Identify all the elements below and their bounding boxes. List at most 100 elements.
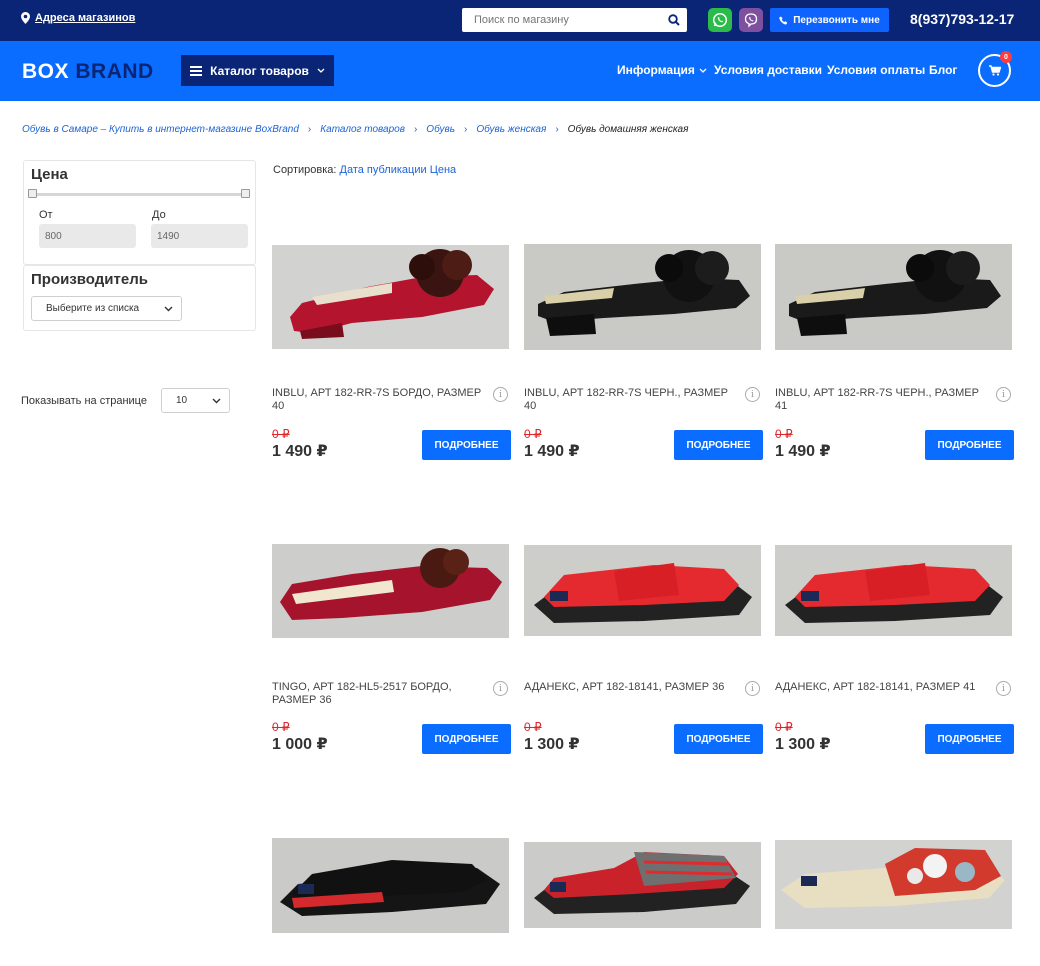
- info-icon[interactable]: i: [745, 387, 760, 402]
- product-card: TINGO, АРТ 182-HL5-2517 БОРДО, РАЗМЕР 36…: [272, 544, 511, 764]
- manufacturer-filter-title: Производитель: [31, 271, 148, 288]
- chevron-right-icon: ›: [555, 124, 559, 135]
- top-bar: Адреса магазинов Перезвонить мне 8(937)7…: [0, 0, 1040, 41]
- product-title[interactable]: INBLU, АРТ 182-RR-7S ЧЕРН., РАЗМЕР 40: [524, 387, 739, 413]
- nav-payment[interactable]: Условия оплаты: [827, 63, 925, 77]
- info-icon[interactable]: i: [745, 681, 760, 696]
- manufacturer-filter: Производитель Выберите из списка: [23, 265, 256, 331]
- store-addresses-label: Адреса магазинов: [35, 12, 136, 24]
- callback-label: Перезвонить мне: [793, 14, 880, 26]
- product-price: 1 490 ₽: [272, 443, 328, 460]
- breadcrumb-shoes[interactable]: Обувь: [426, 124, 455, 135]
- manufacturer-select[interactable]: Выберите из списка: [31, 296, 182, 321]
- price-to-label: До: [152, 209, 166, 221]
- price-filter-title: Цена: [31, 166, 68, 183]
- logo-brand: BRAND: [75, 60, 154, 83]
- breadcrumb-catalog[interactable]: Каталог товаров: [320, 124, 405, 135]
- menu-icon: [190, 65, 203, 76]
- callback-button[interactable]: Перезвонить мне: [770, 8, 889, 32]
- chevron-right-icon: ›: [463, 124, 468, 135]
- per-page-value: 10: [176, 395, 188, 406]
- product-card: INBLU, АРТ 182-RR-7S ЧЕРН., РАЗМЕР 41 i …: [775, 244, 1014, 465]
- chevron-right-icon: ›: [307, 124, 312, 135]
- product-image[interactable]: [775, 244, 1012, 350]
- info-icon[interactable]: i: [996, 387, 1011, 402]
- nav-info-label: Информация: [617, 63, 695, 77]
- product-image[interactable]: [524, 545, 761, 636]
- logo[interactable]: BOX BRAND: [22, 60, 154, 84]
- nav-blog[interactable]: Блог: [929, 63, 957, 77]
- logo-box: BOX: [22, 60, 70, 83]
- product-image[interactable]: [524, 842, 761, 928]
- chevron-down-icon: [164, 306, 173, 311]
- product-price: 1 000 ₽: [272, 736, 328, 753]
- product-old-price: 0 ₽: [272, 720, 290, 734]
- product-image[interactable]: [272, 245, 509, 349]
- product-card: [524, 842, 761, 942]
- info-icon[interactable]: i: [996, 681, 1011, 696]
- price-from-input[interactable]: 800: [39, 224, 136, 248]
- chevron-down-icon: [212, 398, 221, 403]
- store-addresses-link[interactable]: Адреса магазинов: [21, 12, 135, 24]
- product-title[interactable]: INBLU, АРТ 182-RR-7S ЧЕРН., РАЗМЕР 41: [775, 387, 990, 413]
- breadcrumb-current: Обувь домашняя женская: [567, 124, 689, 135]
- phone-icon: [779, 15, 788, 25]
- product-image[interactable]: [272, 544, 509, 638]
- product-old-price: 0 ₽: [524, 427, 542, 441]
- manufacturer-select-value: Выберите из списка: [46, 303, 140, 314]
- product-old-price: 0 ₽: [524, 720, 542, 734]
- product-image[interactable]: [272, 838, 509, 933]
- nav-delivery[interactable]: Условия доставки: [714, 63, 822, 77]
- per-page-select[interactable]: 10: [161, 388, 230, 413]
- cart-button[interactable]: 0: [978, 51, 1012, 87]
- details-button[interactable]: ПОДРОБНЕЕ: [674, 430, 763, 460]
- price-slider-max-handle[interactable]: [241, 189, 250, 198]
- sort-bar: Сортировка: Дата публикации Цена: [273, 164, 456, 176]
- sort-label: Сортировка:: [273, 164, 337, 176]
- product-title[interactable]: АДАНЕКС, АРТ 182-18141, РАЗМЕР 41: [775, 681, 990, 694]
- details-button[interactable]: ПОДРОБНЕЕ: [925, 724, 1014, 754]
- cart-icon: [988, 65, 1001, 76]
- product-price: 1 490 ₽: [775, 443, 831, 460]
- search-icon[interactable]: [661, 8, 687, 32]
- product-card: АДАНЕКС, АРТ 182-18141, РАЗМЕР 36 i 0 ₽ …: [524, 544, 763, 764]
- product-title[interactable]: INBLU, АРТ 182-RR-7S БОРДО, РАЗМЕР 40: [272, 387, 487, 413]
- viber-icon[interactable]: [739, 8, 763, 32]
- phone-number[interactable]: 8(937)793-12-17: [910, 11, 1014, 27]
- details-button[interactable]: ПОДРОБНЕЕ: [925, 430, 1014, 460]
- product-title[interactable]: АДАНЕКС, АРТ 182-18141, РАЗМЕР 36: [524, 681, 739, 694]
- price-to-input[interactable]: 1490: [151, 224, 248, 248]
- chevron-down-icon: [317, 68, 325, 73]
- product-price: 1 490 ₽: [524, 443, 580, 460]
- product-card: [272, 838, 509, 938]
- search-box: [462, 8, 687, 32]
- search-input[interactable]: [462, 8, 661, 32]
- product-old-price: 0 ₽: [775, 427, 793, 441]
- details-button[interactable]: ПОДРОБНЕЕ: [422, 724, 511, 754]
- price-filter: Цена От До 800 1490: [23, 160, 256, 265]
- chevron-down-icon: [699, 68, 707, 73]
- breadcrumb-women-shoes[interactable]: Обувь женская: [476, 124, 546, 135]
- sort-by-date[interactable]: Дата публикации: [340, 164, 427, 176]
- details-button[interactable]: ПОДРОБНЕЕ: [674, 724, 763, 754]
- breadcrumb-home[interactable]: Обувь в Самаре – Купить в интернет-магаз…: [22, 124, 299, 135]
- price-slider-min-handle[interactable]: [28, 189, 37, 198]
- catalog-button[interactable]: Каталог товаров: [181, 55, 334, 86]
- product-image[interactable]: [775, 840, 1012, 929]
- price-from-label: От: [39, 209, 53, 221]
- product-image[interactable]: [775, 545, 1012, 636]
- details-button[interactable]: ПОДРОБНЕЕ: [422, 430, 511, 460]
- product-card: INBLU, АРТ 182-RR-7S БОРДО, РАЗМЕР 40 i …: [272, 245, 511, 465]
- product-price: 1 300 ₽: [524, 736, 580, 753]
- product-title[interactable]: TINGO, АРТ 182-HL5-2517 БОРДО, РАЗМЕР 36: [272, 681, 487, 707]
- info-icon[interactable]: i: [493, 387, 508, 402]
- whatsapp-icon[interactable]: [708, 8, 732, 32]
- product-card: АДАНЕКС, АРТ 182-18141, РАЗМЕР 41 i 0 ₽ …: [775, 544, 1014, 764]
- breadcrumb: Обувь в Самаре – Купить в интернет-магаз…: [22, 124, 688, 135]
- sort-by-price[interactable]: Цена: [430, 164, 456, 176]
- nav-info[interactable]: Информация: [617, 63, 707, 77]
- product-image[interactable]: [524, 244, 761, 350]
- price-slider-track[interactable]: [32, 193, 247, 196]
- product-old-price: 0 ₽: [775, 720, 793, 734]
- info-icon[interactable]: i: [493, 681, 508, 696]
